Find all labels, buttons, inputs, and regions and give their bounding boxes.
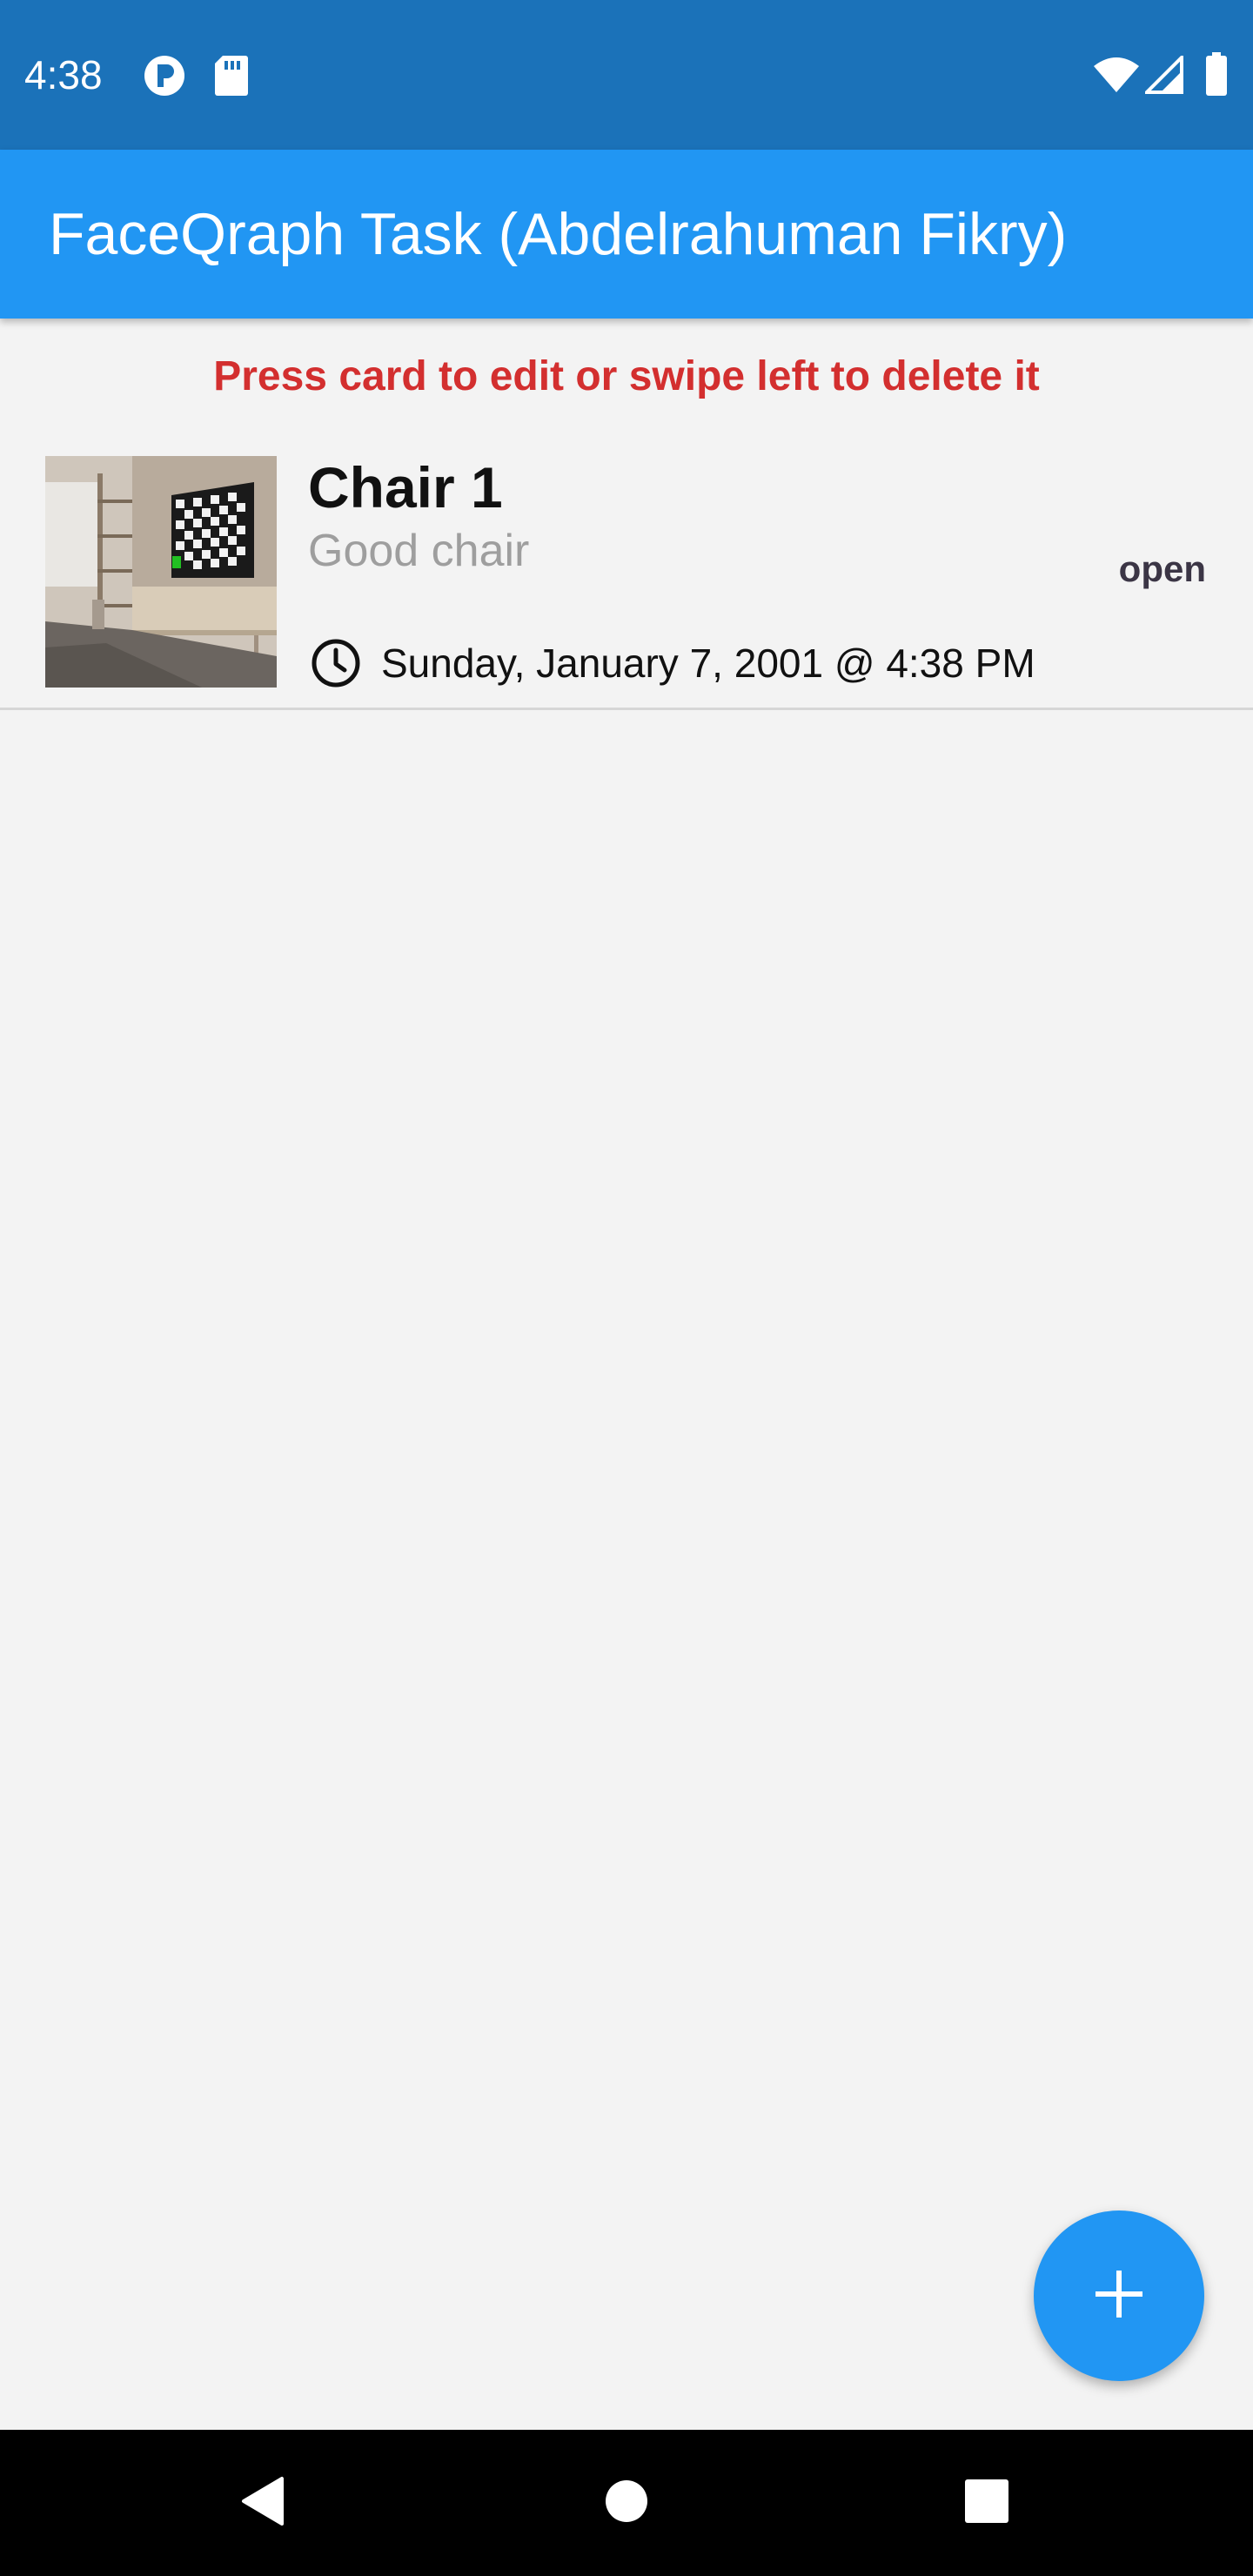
plus-icon: [1094, 2269, 1144, 2324]
add-item-button[interactable]: [1034, 2210, 1204, 2381]
item-subtitle: Good chair: [308, 526, 530, 576]
cellular-signal-icon: [1142, 53, 1183, 98]
item-thumbnail: [45, 456, 277, 688]
item-datetime: Sunday, January 7, 2001 @ 4:38 PM: [381, 641, 1035, 686]
app-bar: FaceQraph Task (Abdelrahuman Fikry): [0, 150, 1253, 319]
nav-recents-button[interactable]: [926, 2430, 1048, 2576]
item-title: Chair 1: [308, 455, 503, 520]
sd-card-icon: [212, 54, 249, 102]
status-bar: 4:38: [0, 0, 1253, 150]
item-status: open: [1118, 548, 1206, 589]
battery-icon: [1204, 52, 1229, 100]
nav-home-button[interactable]: [566, 2430, 687, 2576]
system-nav-bar: [0, 2430, 1253, 2576]
recents-icon: [963, 2478, 1010, 2529]
list-divider: [0, 708, 1253, 710]
list-item[interactable]: Chair 1 Good chair open Sunday, January …: [0, 435, 1253, 708]
nav-back-button[interactable]: [202, 2430, 324, 2576]
instruction-text: Press card to edit or swipe left to dele…: [213, 353, 1040, 399]
back-icon: [240, 2476, 285, 2531]
wifi-icon: [1093, 56, 1140, 98]
status-time: 4:38: [24, 52, 103, 97]
app-title: FaceQraph Task (Abdelrahuman Fikry): [49, 201, 1068, 267]
p-notification-icon: [143, 54, 186, 102]
home-icon: [604, 2479, 649, 2528]
clock-icon: [310, 637, 362, 689]
